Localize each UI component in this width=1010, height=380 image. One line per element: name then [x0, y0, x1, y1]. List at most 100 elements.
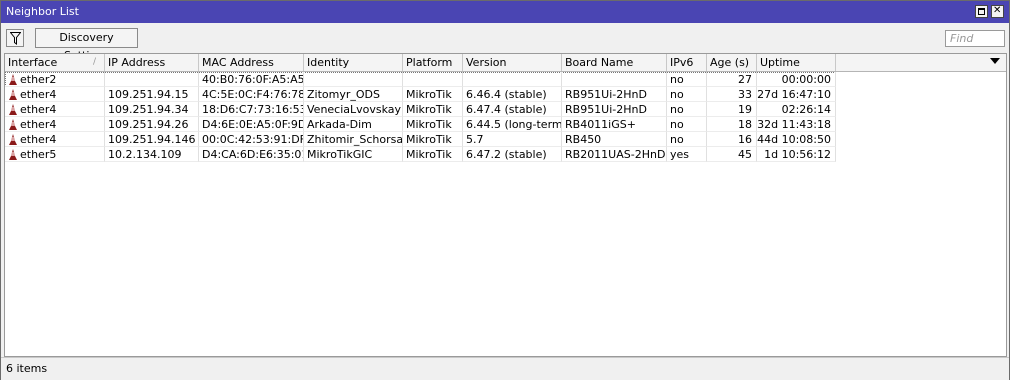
cell-mac: 4C:5E:0C:F4:76:78	[199, 87, 304, 102]
table-row[interactable]: ether4 109.251.94.146 00:0C:42:53:91:DF Zh…	[5, 132, 836, 147]
cell-mac: 40:B0:76:0F:A5:A5	[199, 72, 304, 87]
cell-ip: 109.251.94.15	[105, 87, 199, 102]
column-header-ip-address[interactable]: IP Address	[105, 54, 199, 71]
cell-ipv6: no	[667, 87, 707, 102]
cell-version: 6.46.4 (stable)	[463, 87, 562, 102]
cell-interface: ether4	[5, 117, 105, 132]
cell-version: 6.44.5 (long-term)	[463, 117, 562, 132]
filter-button[interactable]	[6, 29, 24, 47]
close-button[interactable]	[991, 5, 1004, 18]
cell-platform: MikroTik	[403, 117, 463, 132]
cell-ip: 109.251.94.34	[105, 102, 199, 117]
cell-ipv6: no	[667, 102, 707, 117]
column-header-version[interactable]: Version	[463, 54, 562, 71]
neighbor-table: Interface / IP Address MAC Address Identi…	[4, 53, 1007, 357]
interface-name: ether2	[20, 73, 57, 86]
table-row[interactable]: ether5 10.2.134.109 D4:CA:6D:E6:35:01 Mikro…	[5, 147, 836, 162]
cell-platform: MikroTik	[403, 147, 463, 162]
title-bar: Neighbor List	[1, 1, 1009, 23]
status-bar: 6 items	[1, 357, 1009, 380]
cell-ipv6: no	[667, 72, 707, 87]
cell-interface: ether4	[5, 87, 105, 102]
column-header-mac-address[interactable]: MAC Address	[199, 54, 304, 71]
cell-age: 33	[707, 87, 757, 102]
interface-name: ether4	[20, 88, 57, 101]
cell-age: 16	[707, 132, 757, 147]
cell-ipv6: no	[667, 132, 707, 147]
cell-identity	[304, 72, 403, 87]
cell-mac: 00:0C:42:53:91:DF	[199, 132, 304, 147]
cell-board: RB951Ui-2HnD	[562, 87, 667, 102]
cell-identity: Zhitomir_Schorsa	[304, 132, 403, 147]
maximize-button[interactable]	[975, 5, 988, 18]
neighbor-list-window: Neighbor List Discovery Settings Find In…	[0, 0, 1010, 380]
cell-board: RB4011iGS+	[562, 117, 667, 132]
cell-platform: MikroTik	[403, 132, 463, 147]
interface-name: ether4	[20, 118, 57, 131]
interface-icon	[9, 134, 17, 145]
interface-icon	[9, 74, 17, 85]
cell-age: 19	[707, 102, 757, 117]
interface-name: ether4	[20, 103, 57, 116]
cell-uptime: 27d 16:47:10	[757, 87, 836, 102]
cell-uptime: 44d 10:08:50	[757, 132, 836, 147]
cell-interface: ether5	[5, 147, 105, 162]
window-title: Neighbor List	[6, 5, 79, 18]
cell-mac: 18:D6:C7:73:16:53	[199, 102, 304, 117]
cell-ipv6: no	[667, 117, 707, 132]
cell-mac: D4:6E:0E:A5:0F:9D	[199, 117, 304, 132]
column-header-platform[interactable]: Platform	[403, 54, 463, 71]
cell-version: 6.47.2 (stable)	[463, 147, 562, 162]
column-header-age[interactable]: Age (s)	[707, 54, 757, 71]
column-header-identity[interactable]: Identity	[304, 54, 403, 71]
table-row[interactable]: ether2 40:B0:76:0F:A5:A5 no 27 00:00:00	[5, 72, 836, 87]
cell-interface: ether4	[5, 132, 105, 147]
interface-name: ether4	[20, 133, 57, 146]
cell-interface: ether4	[5, 102, 105, 117]
cell-version	[463, 72, 562, 87]
cell-ip: 109.251.94.146	[105, 132, 199, 147]
interface-icon	[9, 149, 17, 160]
cell-identity: VeneciaLvovskay	[304, 102, 403, 117]
cell-ip	[105, 72, 199, 87]
column-header-interface[interactable]: Interface /	[5, 54, 105, 71]
table-row[interactable]: ether4 109.251.94.15 4C:5E:0C:F4:76:78 Zito…	[5, 87, 836, 102]
cell-platform: MikroTik	[403, 87, 463, 102]
cell-interface: ether2	[5, 72, 105, 87]
cell-board: RB951Ui-2HnD	[562, 102, 667, 117]
cell-uptime: 00:00:00	[757, 72, 836, 87]
filter-icon	[10, 32, 21, 45]
cell-ipv6: yes	[667, 147, 707, 162]
cell-board: RB2011UAS-2HnD	[562, 147, 667, 162]
interface-name: ether5	[20, 148, 57, 161]
cell-uptime: 32d 11:43:18	[757, 117, 836, 132]
cell-board	[562, 72, 667, 87]
cell-uptime: 1d 10:56:12	[757, 147, 836, 162]
cell-age: 27	[707, 72, 757, 87]
cell-uptime: 02:26:14	[757, 102, 836, 117]
cell-ip: 10.2.134.109	[105, 147, 199, 162]
table-row[interactable]: ether4 109.251.94.34 18:D6:C7:73:16:53 Vene…	[5, 102, 836, 117]
table-header: Interface / IP Address MAC Address Identi…	[5, 54, 1006, 72]
item-count: 6 items	[6, 362, 48, 375]
column-header-uptime[interactable]: Uptime	[757, 54, 836, 71]
table-row[interactable]: ether4 109.251.94.26 D4:6E:0E:A5:0F:9D Arka…	[5, 117, 836, 132]
interface-icon	[9, 104, 17, 115]
column-menu-arrow-icon[interactable]	[990, 58, 1000, 64]
discovery-settings-button[interactable]: Discovery Settings	[35, 28, 138, 62]
cell-board: RB450	[562, 132, 667, 147]
cell-mac: D4:CA:6D:E6:35:01	[199, 147, 304, 162]
cell-platform: MikroTik	[403, 102, 463, 117]
column-header-board-name[interactable]: Board Name	[562, 54, 667, 71]
cell-identity: Arkada-Dim	[304, 117, 403, 132]
interface-icon	[9, 119, 17, 130]
cell-ip: 109.251.94.26	[105, 117, 199, 132]
cell-age: 18	[707, 117, 757, 132]
cell-platform	[403, 72, 463, 87]
find-input[interactable]: Find	[945, 30, 1005, 47]
column-header-ipv6[interactable]: IPv6	[667, 54, 707, 71]
interface-icon	[9, 89, 17, 100]
cell-identity: Zitomyr_ODS	[304, 87, 403, 102]
toolbar: Discovery Settings Find	[1, 23, 1009, 62]
cell-age: 45	[707, 147, 757, 162]
